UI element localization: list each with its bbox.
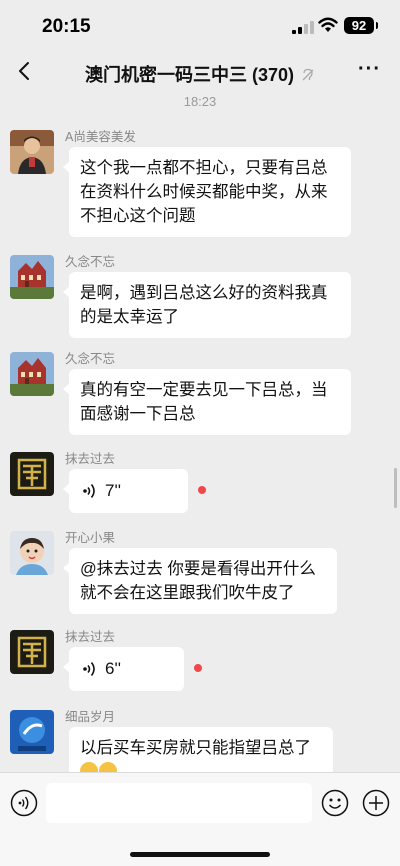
message-bubble[interactable]: 真的有空一定要去见一下吕总，当 面感谢一下吕总 [63, 369, 351, 435]
avatar[interactable] [10, 710, 54, 754]
chat-title-text: 澳门机密一码三中三 (370) [84, 65, 294, 85]
chat-header: 澳门机密一码三中三 (370) ··· [0, 50, 400, 94]
voice-message-bubble[interactable]: 6'' [63, 647, 184, 691]
plus-icon[interactable] [362, 789, 390, 817]
sender-name: 细品岁月 [65, 710, 116, 724]
home-indicator [130, 852, 270, 857]
message-line: 面感谢一下吕总 [80, 405, 196, 423]
message-bubble[interactable]: 是啊，遇到吕总这么好的资料我真 的是太幸运了 [63, 272, 351, 338]
message-input[interactable] [46, 783, 312, 823]
message-bubble[interactable]: 这个我一点都不担心，只要有吕总 在资料什么时候买都能中奖，从来 不担心这个问题 [63, 147, 351, 237]
voice-duration: 7'' [105, 481, 121, 500]
avatar[interactable] [10, 531, 54, 575]
unread-dot [194, 664, 202, 672]
message-line: 不担心这个问题 [80, 207, 196, 225]
scrollbar[interactable] [394, 468, 397, 508]
message-line: 真的有空一定要去见一下吕总，当 [80, 381, 328, 399]
avatar[interactable] [10, 452, 54, 496]
sender-name: A尚美容美发 [65, 130, 136, 144]
message-timestamp: 18:23 [183, 94, 217, 109]
message-line: 就不会在这里跟我们吹牛皮了 [80, 584, 295, 602]
wifi-icon [318, 17, 338, 32]
avatar[interactable] [10, 130, 54, 174]
avatar[interactable] [10, 630, 54, 674]
sender-name: 久念不忘 [65, 255, 116, 269]
sender-name: 抹去过去 [65, 630, 116, 644]
signal-icon [292, 20, 314, 34]
message-line: 是啊，遇到吕总这么好的资料我真 [80, 284, 328, 302]
voice-wave-icon [83, 662, 95, 676]
status-bar: 20:15 92 [0, 0, 400, 50]
voice-wave-icon [83, 484, 95, 498]
more-icon[interactable]: ··· [358, 59, 382, 82]
sender-name: 开心小果 [65, 531, 116, 545]
message-line: 在资料什么时候买都能中奖，从来 [80, 183, 328, 201]
avatar[interactable] [10, 352, 54, 396]
voice-message-bubble[interactable]: 7'' [63, 469, 188, 513]
message-line: 的是太幸运了 [80, 308, 179, 326]
battery-indicator: 92 [344, 17, 378, 34]
chat-title: 澳门机密一码三中三 (370) [0, 61, 400, 87]
sender-name: 抹去过去 [65, 452, 116, 466]
emoji-icon[interactable] [321, 789, 349, 817]
status-time: 20:15 [42, 16, 91, 37]
message-line: 以后买车买房就只能指望吕总了 [80, 739, 311, 757]
voice-toggle-icon[interactable] [10, 789, 38, 817]
unread-dot [198, 486, 206, 494]
message-line: 这个我一点都不担心，只要有吕总 [80, 159, 328, 177]
mute-icon [302, 68, 314, 81]
message-bubble[interactable]: @抹去过去 你要是看得出开什么 就不会在这里跟我们吹牛皮了 [63, 548, 337, 614]
avatar[interactable] [10, 255, 54, 299]
sender-name: 久念不忘 [65, 352, 116, 366]
voice-duration: 6'' [105, 659, 121, 678]
message-line: @抹去过去 你要是看得出开什么 [80, 560, 316, 578]
